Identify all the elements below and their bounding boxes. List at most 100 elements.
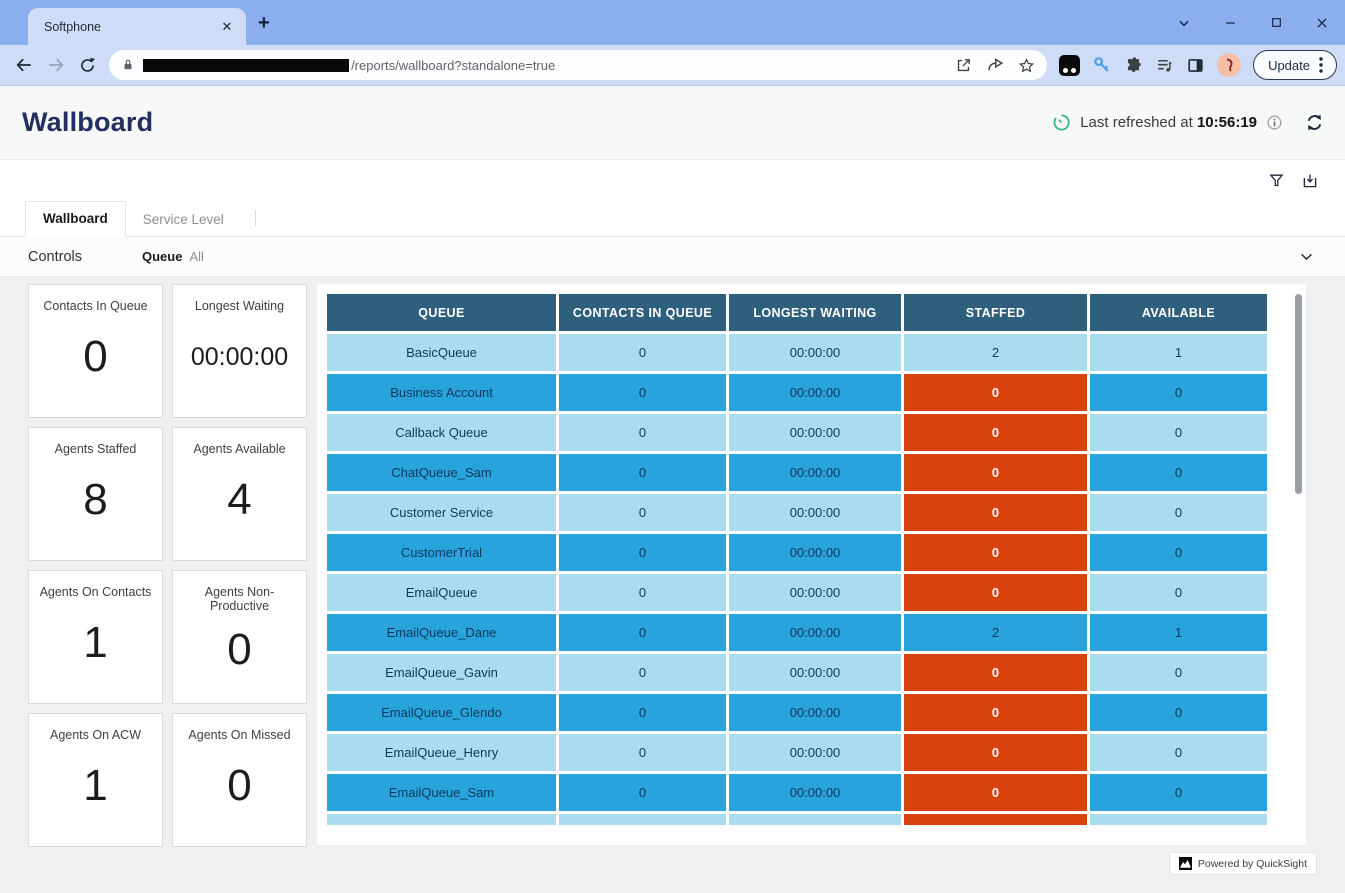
table-row: EmailQueue_Glendo000:00:0000 [327, 694, 1267, 731]
page-header: Wallboard Last refreshed at 10:56:19 [0, 86, 1345, 160]
cell-available: 0 [1090, 494, 1267, 531]
cell-available: 0 [1090, 654, 1267, 691]
url-path-text: /reports/wallboard?standalone=true [351, 58, 955, 73]
cell-available: 0 [1090, 574, 1267, 611]
refresh-button-icon[interactable] [1304, 112, 1325, 133]
table-row: EmailQueue_Dane000:00:0021 [327, 614, 1267, 651]
tab-close-icon[interactable]: ✕ [218, 18, 236, 36]
table-row: EmailQueue_Sam000:00:0000 [327, 774, 1267, 811]
kpi-label: Agents On Contacts [36, 585, 156, 599]
cell-contacts_in_queue: 0 [559, 374, 726, 411]
cell-staffed: 0 [904, 534, 1087, 571]
playlist-extension-icon[interactable] [1155, 56, 1174, 75]
close-button[interactable] [1299, 0, 1345, 45]
maximize-button[interactable] [1253, 0, 1299, 45]
kpi-card: Agents Staffed8 [28, 427, 163, 561]
cell-available: 0 [1090, 414, 1267, 451]
queue-filter-control[interactable]: Queue All [142, 249, 204, 264]
dashboard-main: Contacts In Queue0Longest Waiting00:00:0… [0, 277, 1345, 893]
kpi-label: Agents Available [189, 442, 289, 456]
export-download-icon[interactable] [1301, 172, 1319, 190]
queue-filter-value: All [189, 249, 203, 264]
auto-refresh-timer-icon [1052, 113, 1071, 132]
cell-longest_waiting: 00:00:00 [729, 454, 901, 491]
cell-staffed: 0 [904, 814, 1087, 825]
tab-wallboard[interactable]: Wallboard [25, 201, 126, 237]
controls-bar: Controls Queue All [0, 237, 1345, 277]
extensions-puzzle-icon[interactable] [1124, 56, 1143, 75]
cell-staffed: 0 [904, 774, 1087, 811]
cell-longest_waiting: 00:00:00 [729, 334, 901, 371]
dashboard-sheet-header: Wallboard Service Level [0, 160, 1345, 237]
share-icon[interactable] [986, 56, 1004, 74]
url-bar[interactable]: /reports/wallboard?standalone=true [109, 50, 1047, 80]
kpi-label: Agents Non-Productive [173, 585, 306, 613]
browser-menu-kebab-icon[interactable] [1310, 54, 1332, 76]
table-header-row: QUEUECONTACTS IN QUEUELONGEST WAITINGSTA… [327, 294, 1267, 331]
kpi-card: Agents On Contacts1 [28, 570, 163, 704]
kpi-label: Contacts In Queue [39, 299, 151, 313]
kpi-grid: Contacts In Queue0Longest Waiting00:00:0… [28, 284, 307, 847]
kpi-card: Agents On ACW1 [28, 713, 163, 847]
kpi-value: 0 [227, 613, 251, 703]
tab-service-level[interactable]: Service Level [126, 203, 241, 237]
info-icon[interactable] [1266, 114, 1283, 131]
queue-table-panel: QUEUECONTACTS IN QUEUELONGEST WAITINGSTA… [317, 284, 1306, 845]
cell-longest_waiting: 00:00:00 [729, 734, 901, 771]
back-icon[interactable] [8, 49, 40, 81]
reload-icon[interactable] [71, 49, 103, 81]
kpi-label: Longest Waiting [191, 299, 288, 313]
profile-avatar[interactable] [1217, 53, 1241, 77]
cell-contacts_in_queue: 0 [559, 574, 726, 611]
column-header: LONGEST WAITING [729, 294, 901, 331]
extension-key-icon[interactable] [1092, 55, 1112, 75]
cell-contacts_in_queue: 0 [559, 614, 726, 651]
update-button[interactable]: Update [1253, 50, 1337, 80]
cell-staffed: 0 [904, 734, 1087, 771]
extension-blocker-icon[interactable] [1059, 55, 1080, 76]
quicksight-badge: Powered by QuickSight [1169, 852, 1317, 875]
open-in-new-icon[interactable] [955, 57, 972, 74]
filter-icon[interactable] [1268, 172, 1285, 190]
table-row: 000:00:0000 [327, 814, 1267, 825]
bookmark-star-icon[interactable] [1018, 57, 1035, 74]
cell-contacts_in_queue: 0 [559, 654, 726, 691]
table-row: CustomerTrial000:00:0000 [327, 534, 1267, 571]
queue-table: QUEUECONTACTS IN QUEUELONGEST WAITINGSTA… [324, 291, 1270, 825]
page-title: Wallboard [22, 107, 153, 138]
new-tab-button[interactable]: + [258, 13, 270, 33]
kpi-value: 0 [227, 742, 251, 846]
cell-available: 0 [1090, 454, 1267, 491]
minimize-button[interactable] [1207, 0, 1253, 45]
cell-contacts_in_queue: 0 [559, 454, 726, 491]
table-scrollbar-thumb[interactable] [1295, 294, 1302, 494]
cell-longest_waiting: 00:00:00 [729, 574, 901, 611]
browser-tab-title: Softphone [44, 20, 218, 34]
browser-titlebar: Softphone ✕ + [0, 0, 1345, 45]
cell-longest_waiting: 00:00:00 [729, 534, 901, 571]
tab-search-chevron-icon[interactable] [1161, 0, 1207, 45]
browser-tab[interactable]: Softphone ✕ [28, 8, 246, 45]
column-header: STAFFED [904, 294, 1087, 331]
controls-collapse-chevron-icon[interactable] [1298, 248, 1315, 265]
cell-contacts_in_queue: 0 [559, 734, 726, 771]
forward-icon[interactable] [40, 49, 72, 81]
kpi-card: Longest Waiting00:00:00 [172, 284, 307, 418]
cell-contacts_in_queue: 0 [559, 414, 726, 451]
kpi-value: 0 [83, 313, 107, 417]
cell-available: 0 [1090, 734, 1267, 771]
kpi-value: 1 [83, 599, 107, 703]
cell-staffed: 0 [904, 414, 1087, 451]
kpi-label: Agents Staffed [51, 442, 141, 456]
cell-available: 0 [1090, 774, 1267, 811]
last-refreshed-time: 10:56:19 [1197, 114, 1257, 131]
last-refreshed-text: Last refreshed at 10:56:19 [1080, 114, 1257, 131]
cell-queue: EmailQueue_Dane [327, 614, 556, 651]
kpi-card: Agents Non-Productive0 [172, 570, 307, 704]
cell-contacts_in_queue: 0 [559, 334, 726, 371]
cell-available: 0 [1090, 534, 1267, 571]
side-panel-icon[interactable] [1186, 56, 1205, 75]
cell-available: 1 [1090, 614, 1267, 651]
cell-queue: ChatQueue_Sam [327, 454, 556, 491]
cell-queue: EmailQueue_Glendo [327, 694, 556, 731]
